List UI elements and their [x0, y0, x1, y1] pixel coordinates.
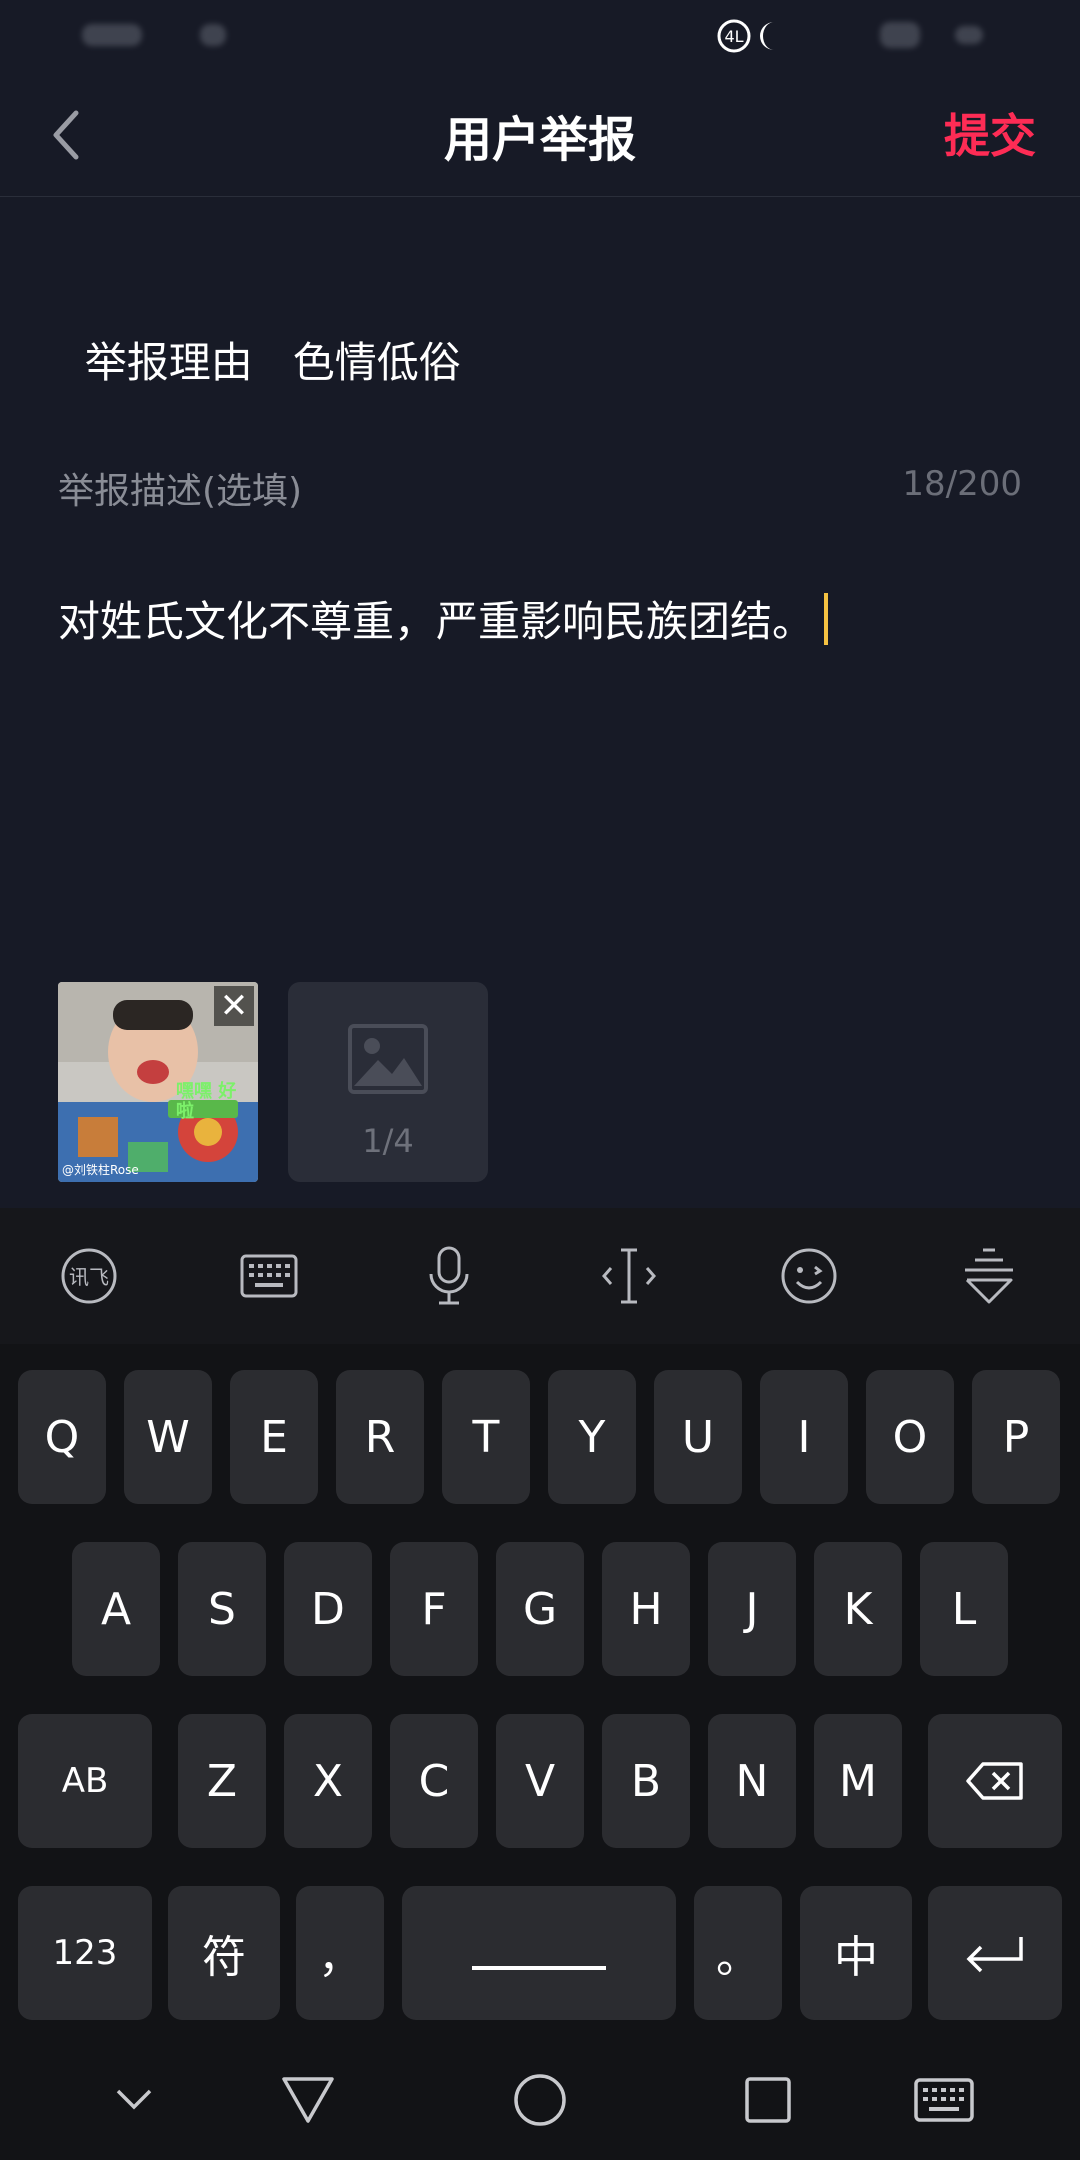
keyboard-icon[interactable] [234, 1246, 304, 1306]
status-bar: 4L [0, 0, 1080, 70]
home-circle-icon [514, 2074, 566, 2126]
key-f[interactable]: F [390, 1542, 478, 1676]
image-count: 1/4 [362, 1122, 414, 1160]
emoji-icon[interactable] [774, 1246, 844, 1306]
home-button[interactable] [500, 2060, 580, 2140]
remove-image-button[interactable]: ✕ [214, 986, 254, 1026]
cursor-move-icon[interactable] [594, 1246, 664, 1306]
hide-keyboard-icon[interactable] [954, 1246, 1024, 1306]
enter-key[interactable] [928, 1886, 1062, 2020]
chevron-down-icon [116, 2089, 152, 2110]
collapse-button[interactable] [94, 2060, 174, 2140]
character-count: 18/200 [902, 464, 1022, 504]
keyboard-toolbar: 讯飞 [0, 1208, 1080, 1344]
key-d[interactable]: D [284, 1542, 372, 1676]
key-t[interactable]: T [442, 1370, 530, 1504]
key-x[interactable]: X [284, 1714, 372, 1848]
close-icon: ✕ [219, 986, 249, 1026]
system-nav-bar [0, 2040, 1080, 2160]
page-title: 用户举报 [443, 112, 636, 168]
enter-icon [966, 1937, 1023, 1973]
key-w[interactable]: W [124, 1370, 212, 1504]
key-j[interactable]: J [708, 1542, 796, 1676]
text-cursor [824, 592, 829, 645]
space-key[interactable] [402, 1886, 676, 2020]
back-nav-button[interactable] [268, 2060, 348, 2140]
key-n[interactable]: N [708, 1714, 796, 1848]
microphone-icon[interactable] [414, 1246, 484, 1306]
key-h[interactable]: H [602, 1542, 690, 1676]
add-image-button[interactable]: 1/4 [288, 982, 488, 1182]
recents-square-icon [745, 2077, 791, 2123]
key-y[interactable]: Y [548, 1370, 636, 1504]
svg-text:4L: 4L [724, 27, 743, 46]
language-key[interactable]: 中 [800, 1886, 912, 2020]
key-v[interactable]: V [496, 1714, 584, 1848]
key-o[interactable]: O [866, 1370, 954, 1504]
notification-icon: 4L [717, 19, 751, 53]
key-l[interactable]: L [920, 1542, 1008, 1676]
key-a[interactable]: A [72, 1542, 160, 1676]
symbol-key[interactable]: 符 [168, 1886, 280, 2020]
keyboard: 讯飞 Q W E R T Y U I O P A S D F G H J K L… [0, 1208, 1080, 2160]
nav-bar: 用户举报 提交 [0, 70, 1080, 197]
backspace-icon [966, 1762, 1023, 1800]
key-z[interactable]: Z [178, 1714, 266, 1848]
space-bar-line [472, 1966, 606, 1970]
xunfei-icon[interactable]: 讯飞 [54, 1246, 124, 1306]
period-key[interactable]: 。 [694, 1886, 782, 2020]
description-label: 举报描述(选填) [58, 471, 303, 512]
number-key[interactable]: 123 [18, 1886, 152, 2020]
recents-button[interactable] [728, 2060, 808, 2140]
key-b[interactable]: B [602, 1714, 690, 1848]
key-e[interactable]: E [230, 1370, 318, 1504]
key-p[interactable]: P [972, 1370, 1060, 1504]
key-i[interactable]: I [760, 1370, 848, 1504]
key-r[interactable]: R [336, 1370, 424, 1504]
report-reason-row[interactable]: 举报理由 色情低俗 [58, 280, 461, 390]
key-q[interactable]: Q [18, 1370, 106, 1504]
comma-key[interactable]: ， [296, 1886, 384, 2020]
keyboard-icon [914, 2078, 974, 2122]
svg-text:讯飞: 讯飞 [69, 1265, 109, 1289]
moon-icon [760, 22, 774, 50]
backspace-key[interactable] [928, 1714, 1062, 1848]
key-s[interactable]: S [178, 1542, 266, 1676]
keyboard-switch-button[interactable] [904, 2060, 984, 2140]
key-g[interactable]: G [496, 1542, 584, 1676]
back-triangle-icon [282, 2077, 334, 2123]
report-reason-label: 举报理由 [84, 338, 253, 387]
key-k[interactable]: K [814, 1542, 902, 1676]
thumb-caption: @刘铁柱Rose [62, 1163, 139, 1177]
submit-button[interactable]: 提交 [944, 100, 1036, 166]
thumb-overlay-text: 嘿嘿 好啦 [176, 1081, 237, 1122]
attached-image-thumbnail[interactable]: 嘿嘿 好啦 @刘铁柱Rose ✕ [58, 982, 258, 1182]
report-reason-value: 色情低俗 [292, 338, 461, 387]
image-icon [348, 1024, 428, 1094]
key-c[interactable]: C [390, 1714, 478, 1848]
shift-key[interactable]: AB [18, 1714, 152, 1848]
key-u[interactable]: U [654, 1370, 742, 1504]
description-input[interactable]: 对姓氏文化不尊重，严重影响民族团结。 [58, 588, 829, 649]
description-text: 对姓氏文化不尊重，严重影响民族团结。 [58, 597, 815, 646]
key-m[interactable]: M [814, 1714, 902, 1848]
